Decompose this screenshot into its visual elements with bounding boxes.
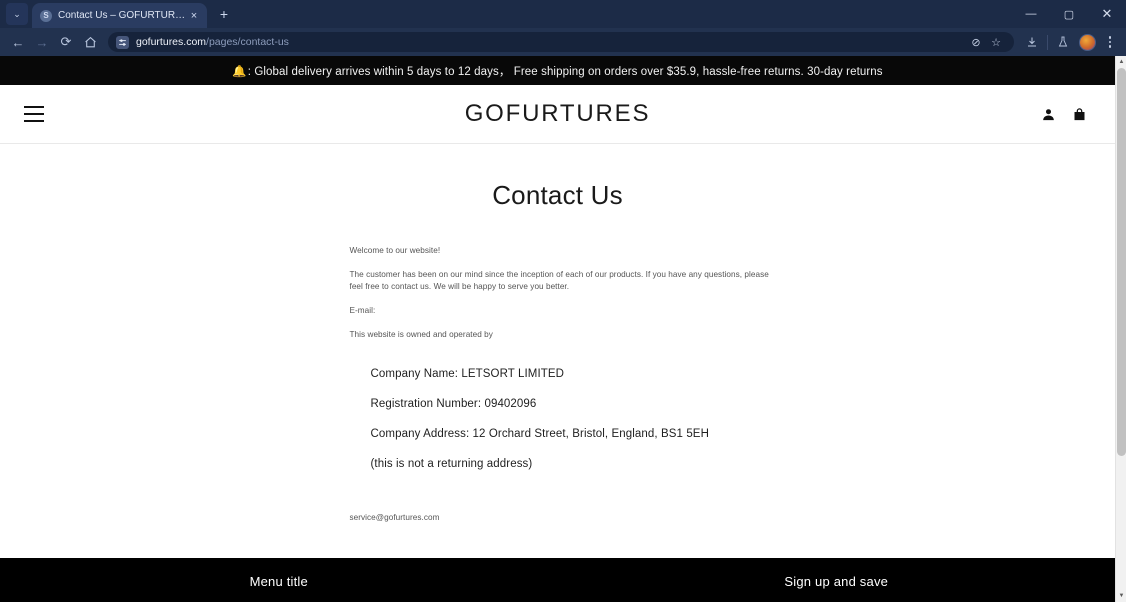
- browser-menu-button[interactable]: [1100, 30, 1120, 54]
- kebab-dot: [1108, 45, 1112, 48]
- plus-icon: +: [219, 6, 229, 22]
- newsletter-title: Sign up and save: [784, 574, 889, 589]
- maximize-icon: ▢: [1063, 8, 1075, 21]
- header-actions: [1041, 107, 1087, 122]
- close-tab-icon[interactable]: ×: [187, 9, 201, 23]
- scroll-down-arrow-icon[interactable]: ▼: [1116, 590, 1126, 602]
- footer-menu-column: Menu title ABOUT US Terms & Conditions: [0, 572, 558, 602]
- company-name: Company Name: LETSORT LIMITED: [370, 367, 565, 380]
- kebab-dot: [1108, 36, 1112, 39]
- home-icon: [84, 36, 96, 47]
- url-path: /pages/contact-us: [206, 36, 289, 48]
- scroll-up-arrow-icon[interactable]: ▲: [1116, 56, 1126, 68]
- tab-strip: ⌄ S Contact Us – GOFURTURES × + — ▢ ✕: [0, 0, 1126, 28]
- promo-banner: 🔔: Global delivery arrives within 5 days…: [0, 56, 1115, 85]
- flask-icon: [1058, 36, 1068, 47]
- home-button[interactable]: [78, 30, 102, 54]
- bell-icon: 🔔: [232, 65, 247, 78]
- reload-button[interactable]: ⟳: [54, 30, 78, 54]
- back-button[interactable]: ←: [6, 30, 30, 54]
- browser-toolbar: ← → ⟳ gofurtures.com/pages/contact-us ⊘ …: [0, 28, 1126, 56]
- browser-window: ⌄ S Contact Us – GOFURTURES × + — ▢ ✕ ←: [0, 0, 1126, 602]
- back-arrow-icon: ←: [11, 34, 25, 50]
- site-settings-icon[interactable]: [116, 35, 129, 49]
- returning-address-note: (this is not a returning address): [370, 458, 533, 471]
- toolbar-divider: [1047, 34, 1048, 50]
- footer-menu-title: Menu title: [249, 574, 308, 589]
- tab-favicon-icon: S: [40, 9, 52, 22]
- forward-button[interactable]: →: [30, 30, 54, 54]
- omnibox-actions: ⊘ ☆: [966, 33, 1006, 51]
- hamburger-menu-icon[interactable]: [24, 106, 44, 122]
- rich-text-body: Welcome to our website! The customer has…: [342, 245, 774, 524]
- company-details: Company Name: LETSORT LIMITED Registrati…: [350, 366, 774, 474]
- intro-paragraph: Welcome to our website!: [349, 246, 441, 255]
- maximize-button[interactable]: ▢: [1050, 0, 1088, 28]
- hamburger-bar: [24, 106, 44, 108]
- site-header: GOFURTURES: [0, 85, 1115, 144]
- url-domain: gofurtures.com: [136, 36, 207, 48]
- extensions-button[interactable]: [1051, 30, 1075, 54]
- bookmark-star-icon[interactable]: ☆: [986, 33, 1006, 51]
- close-window-button[interactable]: ✕: [1088, 0, 1126, 28]
- hamburger-bar: [24, 120, 44, 122]
- promo-message: : Global delivery arrives within 5 days …: [247, 65, 883, 78]
- forward-arrow-icon: →: [35, 34, 49, 50]
- site-footer: Menu title ABOUT US Terms & Conditions S…: [0, 558, 1115, 602]
- tracking-protection-icon[interactable]: ⊘: [966, 33, 986, 51]
- company-address: Company Address: 12 Orchard Street, Bris…: [370, 428, 709, 441]
- registration-number: Registration Number: 09402096: [370, 397, 537, 410]
- minimize-icon: —: [1025, 8, 1037, 20]
- contact-email: service@gofurtures.com: [349, 512, 440, 522]
- description-paragraph: The customer has been on our mind since …: [349, 269, 769, 292]
- address-bar[interactable]: gofurtures.com/pages/contact-us ⊘ ☆: [108, 32, 1014, 52]
- profile-avatar[interactable]: [1079, 33, 1096, 51]
- email-label: E-mail:: [349, 306, 376, 316]
- reload-icon: ⟳: [60, 34, 72, 49]
- ownership-paragraph: This website is owned and operated by: [349, 329, 493, 339]
- new-tab-button[interactable]: +: [213, 3, 235, 25]
- tab-title: Contact Us – GOFURTURES: [58, 10, 187, 21]
- page-scrollbar[interactable]: ▲ ▼: [1115, 56, 1126, 602]
- kebab-dot: [1108, 40, 1112, 44]
- downloads-button[interactable]: [1020, 30, 1044, 54]
- hamburger-bar: [24, 113, 44, 115]
- browser-tab[interactable]: S Contact Us – GOFURTURES ×: [32, 3, 207, 28]
- close-icon: ✕: [1101, 6, 1113, 21]
- tab-search-icon: ⌄: [13, 8, 21, 19]
- site-logo[interactable]: GOFURTURES: [0, 100, 1115, 128]
- url-text: gofurtures.com/pages/contact-us: [136, 36, 289, 48]
- minimize-button[interactable]: —: [1012, 0, 1050, 28]
- tab-search-button[interactable]: ⌄: [6, 3, 28, 25]
- page-title: Contact Us: [492, 180, 623, 210]
- account-person-icon[interactable]: [1041, 107, 1056, 122]
- download-icon: [1028, 37, 1036, 47]
- shopping-bag-icon[interactable]: [1072, 107, 1087, 122]
- page-viewport: 🔔: Global delivery arrives within 5 days…: [0, 56, 1126, 602]
- promo-banner-text: 🔔: Global delivery arrives within 5 days…: [232, 63, 882, 79]
- window-controls: — ▢ ✕: [1012, 0, 1126, 28]
- newsletter-column: Sign up and save Subscribe to get specia…: [558, 572, 1116, 602]
- scrollbar-thumb[interactable]: [1117, 68, 1126, 456]
- main-content: Contact Us Welcome to our website! The c…: [0, 144, 1115, 558]
